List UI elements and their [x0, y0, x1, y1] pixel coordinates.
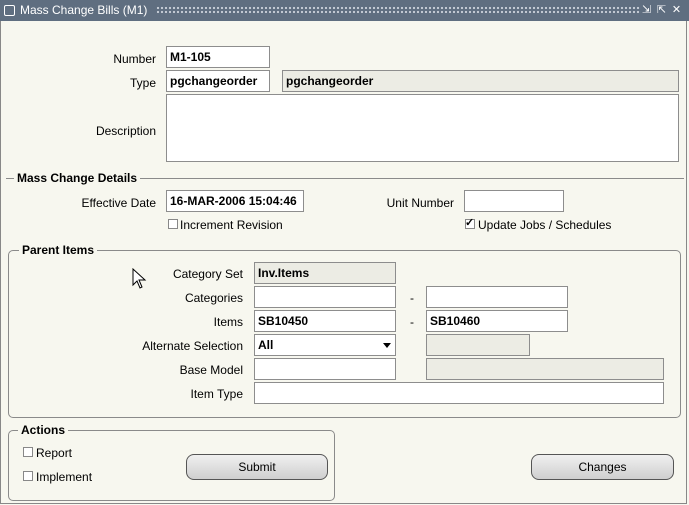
- parent-items-heading: Parent Items: [19, 243, 98, 257]
- close-icon[interactable]: ✕: [670, 3, 683, 17]
- item-type-field[interactable]: [254, 382, 664, 404]
- report-checkbox[interactable]: [23, 447, 33, 457]
- update-jobs-label: Update Jobs / Schedules: [478, 218, 612, 232]
- alternate-selection-dropdown[interactable]: All: [254, 334, 396, 356]
- items-label: Items: [213, 315, 243, 329]
- submit-button[interactable]: Submit: [186, 454, 328, 480]
- alternate-selection-value: All: [258, 338, 274, 352]
- item-type-label: Item Type: [190, 387, 243, 401]
- effective-date-field[interactable]: 16-MAR-2006 15:04:46: [166, 190, 304, 212]
- description-field[interactable]: [166, 94, 679, 162]
- title-bar[interactable]: Mass Change Bills (M1) ⇲ ⇱ ✕: [0, 0, 689, 21]
- update-jobs-checkbox[interactable]: [465, 216, 475, 229]
- categories-from-field[interactable]: [254, 286, 396, 308]
- items-to-field[interactable]: SB10460: [426, 310, 568, 332]
- unit-number-field[interactable]: [464, 190, 564, 212]
- report-label: Report: [36, 446, 73, 460]
- mouse-cursor-icon: [132, 267, 148, 290]
- implement-checkbox[interactable]: [23, 471, 33, 481]
- window-menu-icon[interactable]: [4, 5, 15, 16]
- alternate-selection-label: Alternate Selection: [142, 339, 243, 353]
- title-bar-pattern: [156, 6, 641, 15]
- details-heading: Mass Change Details: [14, 171, 141, 185]
- categories-to-field[interactable]: [426, 286, 568, 308]
- category-set-field: Inv.Items: [254, 262, 396, 284]
- items-from-field[interactable]: SB10450: [254, 310, 396, 332]
- base-model-description-field: [426, 358, 664, 380]
- increment-revision-label: Increment Revision: [180, 218, 283, 232]
- categories-label: Categories: [184, 291, 243, 305]
- base-model-field[interactable]: [254, 358, 396, 380]
- minimize-icon[interactable]: ⇲: [640, 3, 653, 17]
- type-description-field: pgchangeorder: [282, 70, 679, 92]
- window-title: Mass Change Bills (M1): [20, 3, 148, 17]
- category-set-label: Category Set: [172, 267, 243, 281]
- actions-heading: Actions: [18, 423, 69, 437]
- increment-revision-checkbox[interactable]: [168, 219, 178, 229]
- unit-number-label: Unit Number: [386, 196, 454, 210]
- type-field[interactable]: pgchangeorder: [166, 70, 270, 92]
- alternate-field: [426, 334, 530, 356]
- type-label: Type: [129, 76, 156, 90]
- effective-date-label: Effective Date: [81, 196, 156, 210]
- description-label: Description: [95, 124, 156, 138]
- base-model-label: Base Model: [179, 363, 243, 377]
- number-field[interactable]: M1-105: [166, 46, 270, 68]
- maximize-icon[interactable]: ⇱: [655, 3, 668, 17]
- items-range-dash: -: [410, 315, 414, 329]
- categories-range-dash: -: [410, 291, 414, 305]
- chevron-down-icon[interactable]: [383, 343, 391, 348]
- changes-button[interactable]: Changes: [531, 454, 674, 480]
- number-label: Number: [113, 52, 156, 66]
- implement-label: Implement: [36, 470, 93, 484]
